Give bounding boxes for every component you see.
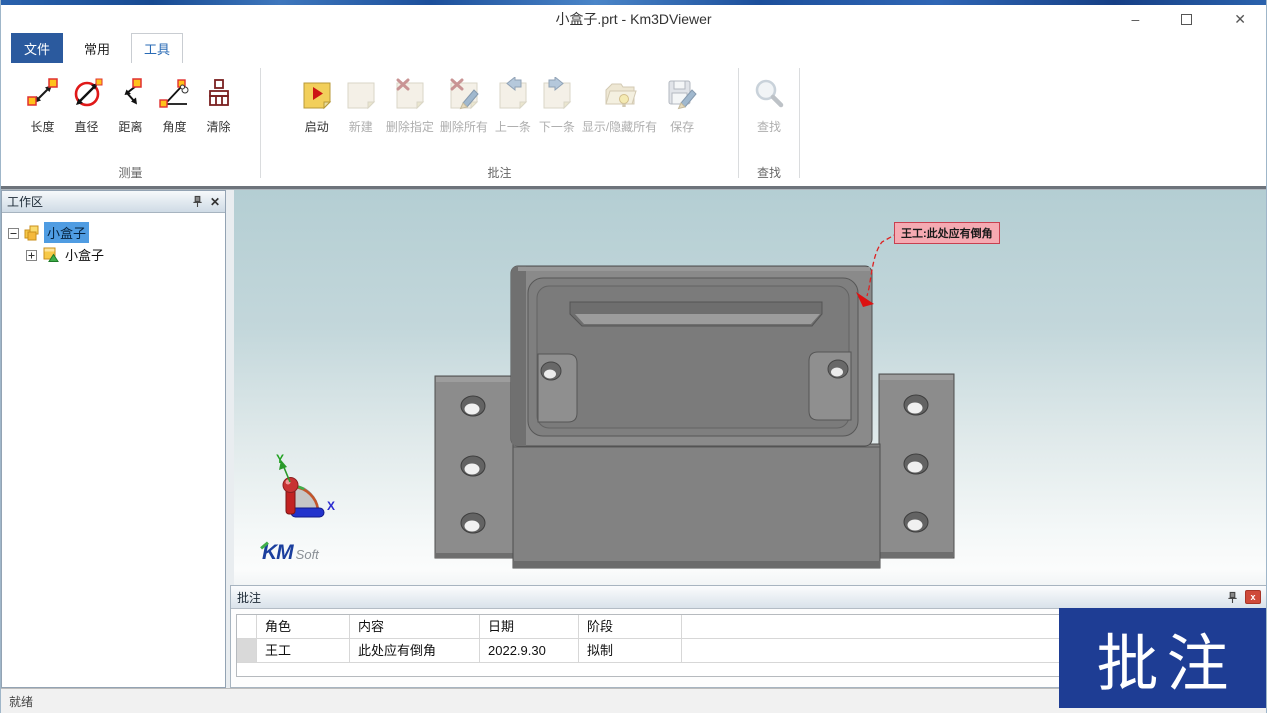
row-selector-cell[interactable] — [237, 639, 257, 662]
delete-all-button-label: 删除所有 — [440, 118, 488, 135]
ribbon-group-measure: 长度 直径 距离 角度 清除测量 — [1, 63, 260, 186]
annotation-panel-title: 批注 — [237, 589, 1227, 606]
model-3d — [234, 190, 1267, 585]
ribbon-group-label-annotation: 批注 — [261, 164, 738, 181]
workspace-panel-header: 工作区 ✕ — [2, 191, 225, 213]
angle-button-label: 角度 — [162, 118, 186, 135]
next-note-icon — [540, 77, 574, 111]
workspace-tree: 小盒子小盒子 — [2, 213, 225, 265]
cell-2: 2022.9.30 — [480, 639, 579, 662]
find-button[interactable]: 查找 — [747, 75, 791, 137]
diameter-icon — [70, 77, 104, 111]
tree-node-child-label[interactable]: 小盒子 — [62, 244, 107, 265]
length-button[interactable]: 长度 — [21, 75, 65, 137]
length-button-label: 长度 — [30, 118, 54, 135]
show-hide-note-icon — [603, 77, 637, 111]
column-header-1: 内容 — [350, 615, 480, 638]
tab-tools[interactable]: 工具 — [131, 33, 183, 63]
titlebar: 小盒子.prt - Km3DViewer – ✕ — [1, 5, 1266, 33]
annotation-callout-badge: 批注 — [1059, 608, 1267, 708]
annotation-callout-text: 批注 — [1096, 613, 1236, 703]
column-header-2: 日期 — [480, 615, 579, 638]
delete-note-icon — [393, 77, 427, 111]
maximize-button[interactable] — [1181, 14, 1192, 25]
pin-icon[interactable] — [192, 195, 203, 208]
start-button-label: 启动 — [305, 118, 329, 135]
new-button-label: 新建 — [349, 118, 373, 135]
status-ready-text: 就绪 — [9, 693, 33, 710]
delete-all-button[interactable]: 删除所有 — [437, 75, 491, 137]
workspace-panel: 工作区 ✕ 小盒子小盒子 — [1, 190, 226, 688]
angle-button[interactable]: 角度 — [153, 75, 197, 137]
diameter-button[interactable]: 直径 — [65, 75, 109, 137]
axis-x-label: X — [327, 499, 335, 513]
ribbon-group-find: 查找查找 — [739, 63, 799, 186]
orientation-triad — [279, 460, 324, 517]
window-title: 小盒子.prt - Km3DViewer — [555, 9, 711, 29]
pin-icon[interactable] — [1227, 591, 1238, 604]
workspace-panel-title: 工作区 — [7, 193, 192, 210]
new-note-icon — [344, 77, 378, 111]
ribbon-group-annotation: 启动 新建删除指定删除所有上一条下一条显示/隐藏所有保存批注 — [261, 63, 738, 186]
find-icon — [752, 77, 786, 111]
delete-all-note-icon — [447, 77, 481, 111]
save-button-label: 保存 — [670, 118, 694, 135]
ribbon-group-separator — [799, 68, 800, 178]
show-hide-all-button-label: 显示/隐藏所有 — [582, 118, 657, 135]
annotation-balloon[interactable]: 王工:此处应有倒角 — [894, 222, 1000, 244]
viewport-3d[interactable]: 王工:此处应有倒角 Y X KM Soft — [234, 190, 1267, 585]
cell-3: 拟制 — [579, 639, 682, 662]
start-button[interactable]: 启动 — [295, 75, 339, 137]
new-button[interactable]: 新建 — [339, 75, 383, 137]
axis-y-label: Y — [276, 452, 284, 466]
distance-icon — [114, 77, 148, 111]
plus-expander-icon[interactable] — [26, 249, 37, 260]
close-button[interactable]: ✕ — [1234, 12, 1246, 26]
clear-button[interactable]: 清除 — [197, 75, 241, 137]
ribbon-group-label-find: 查找 — [739, 164, 799, 181]
save-button[interactable]: 保存 — [660, 75, 704, 137]
ribbon: 长度 直径 距离 角度 清除测量 启动 新建删除指定删除所有上一条下一条显示/隐藏所有保存批… — [1, 63, 1266, 186]
delete-selected-button-label: 删除指定 — [386, 118, 434, 135]
diameter-button-label: 直径 — [74, 118, 98, 135]
window-controls: – ✕ — [1131, 5, 1246, 33]
tree-node-root-label[interactable]: 小盒子 — [44, 222, 89, 243]
angle-icon — [158, 77, 192, 111]
cell-0: 王工 — [257, 639, 350, 662]
tree-node-root[interactable]: 小盒子 — [2, 221, 225, 243]
part-icon — [41, 245, 59, 263]
start-note-icon — [300, 77, 334, 111]
find-button-label: 查找 — [757, 118, 781, 135]
column-header-3: 阶段 — [579, 615, 682, 638]
distance-button-label: 距离 — [118, 118, 142, 135]
kmsoft-logo: KM Soft — [262, 541, 319, 565]
clear-button-label: 清除 — [206, 118, 230, 135]
next-button[interactable]: 下一条 — [535, 75, 579, 137]
length-icon — [26, 77, 60, 111]
cell-1: 此处应有倒角 — [350, 639, 480, 662]
tree-node-child[interactable]: 小盒子 — [2, 243, 225, 265]
previous-button-label: 上一条 — [495, 118, 531, 135]
annotation-panel-close-button[interactable]: x — [1245, 590, 1261, 604]
column-header-0: 角色 — [257, 615, 350, 638]
previous-button[interactable]: 上一条 — [491, 75, 535, 137]
previous-note-icon — [496, 77, 530, 111]
row-selector-cell — [237, 615, 257, 638]
workspace-close-icon[interactable]: ✕ — [210, 196, 220, 208]
save-note-icon — [665, 77, 699, 111]
distance-button[interactable]: 距离 — [109, 75, 153, 137]
ribbon-tabs: 文件 常用 工具 ˆ — [1, 33, 1266, 63]
app-window: 小盒子.prt - Km3DViewer – ✕ 文件 常用 工具 ˆ 长度 直径… — [0, 0, 1267, 713]
assembly-icon — [23, 223, 41, 241]
next-button-label: 下一条 — [539, 118, 575, 135]
clear-icon — [202, 77, 236, 111]
tab-file[interactable]: 文件 — [11, 33, 63, 63]
minimize-button[interactable]: – — [1131, 12, 1139, 26]
ribbon-group-label-measure: 测量 — [1, 164, 260, 181]
tab-home[interactable]: 常用 — [71, 33, 123, 63]
annotation-panel-header: 批注 x — [231, 586, 1267, 609]
minus-expander-icon[interactable] — [8, 227, 19, 238]
delete-selected-button[interactable]: 删除指定 — [383, 75, 437, 137]
show-hide-all-button[interactable]: 显示/隐藏所有 — [579, 75, 660, 137]
